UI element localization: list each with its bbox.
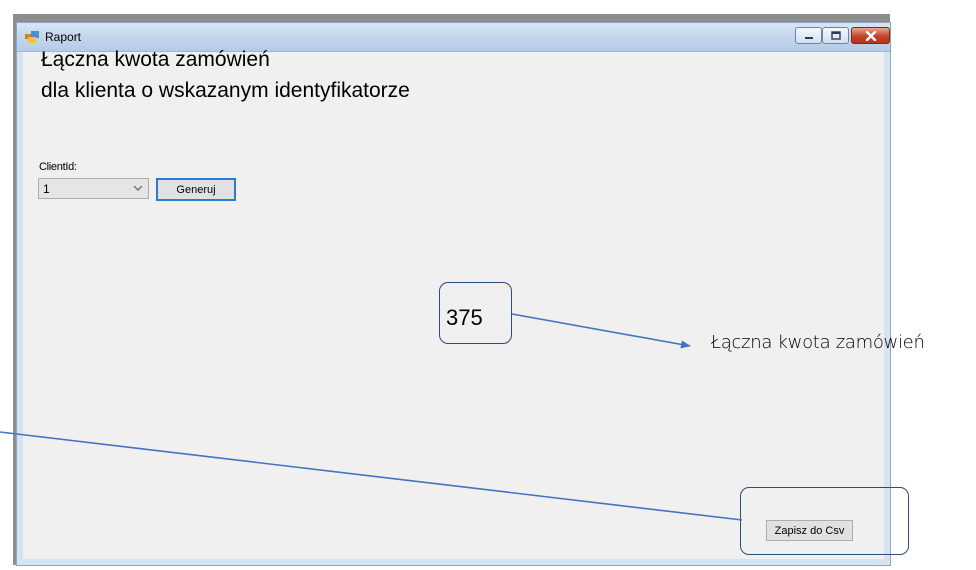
annotation-overlay	[0, 313, 743, 521]
result-annotation: Łączna kwota zamówień	[711, 332, 925, 353]
result-arrow	[511, 313, 691, 349]
save-pointer-line	[0, 431, 743, 521]
